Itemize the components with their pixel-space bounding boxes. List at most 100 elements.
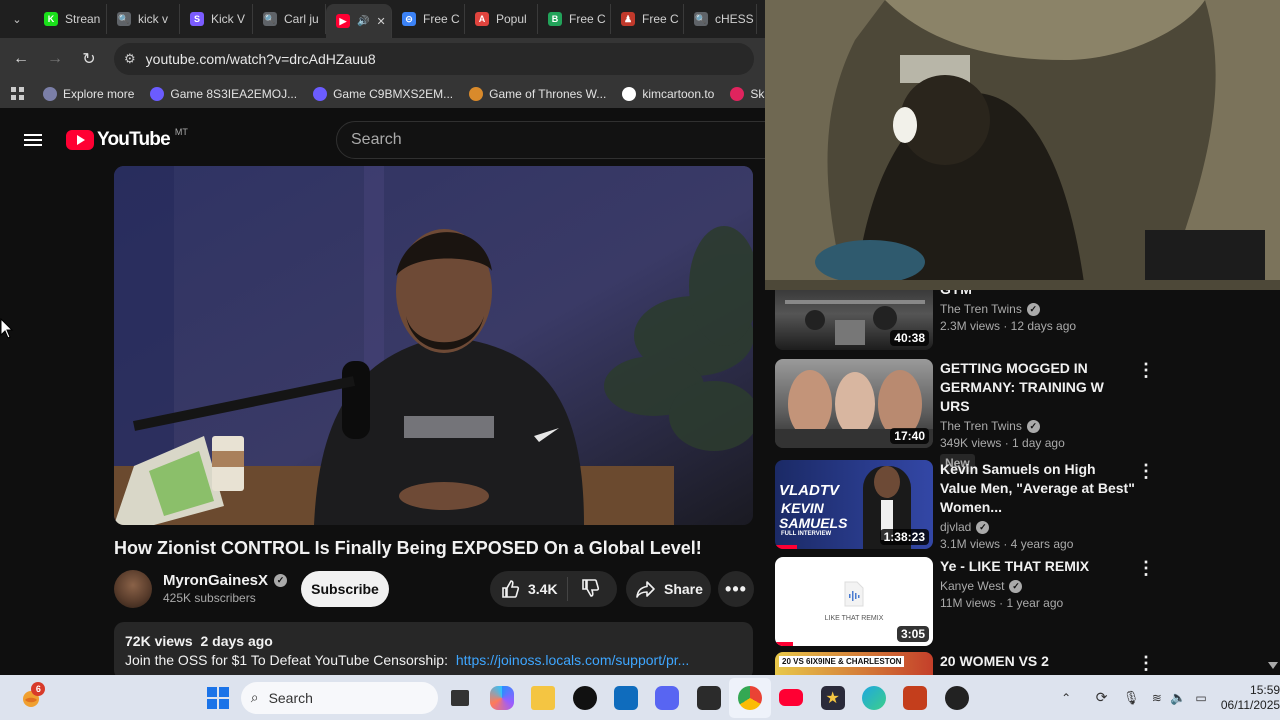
webcam-edge	[765, 280, 1280, 290]
tab-label: Free C	[423, 12, 460, 26]
address-bar[interactable]: ⚙ youtube.com/watch?v=drcAdHZauu8	[114, 43, 754, 75]
sync-icon[interactable]: ⟳	[1087, 678, 1117, 718]
suggestion-item[interactable]: 20 VS 6IX9INE & CHARLESTON 20 WOMEN VS 2…	[775, 652, 1265, 675]
video-duration: 1:38:23	[879, 529, 929, 545]
tab-favicon-icon: 🔍	[263, 12, 277, 26]
tab-close-icon[interactable]: ✕	[376, 15, 385, 28]
tab-audio-icon[interactable]: 🔊	[357, 16, 369, 27]
scroll-down-arrow-icon[interactable]	[1268, 662, 1278, 669]
channel-avatar[interactable]	[114, 570, 152, 608]
bookmark-favicon-icon	[622, 87, 637, 101]
widgets-button[interactable]: 6	[10, 678, 51, 718]
more-vertical-icon[interactable]: ⋮	[1137, 462, 1155, 480]
hamburger-menu-icon[interactable]	[24, 131, 42, 149]
apps-icon[interactable]	[0, 87, 35, 101]
suggestion-item[interactable]: LIKE THAT REMIX 3:05 Ye - LIKE THAT REMI…	[775, 557, 1265, 649]
back-icon[interactable]: ←	[4, 42, 38, 76]
more-vertical-icon[interactable]: ⋮	[1137, 654, 1155, 672]
suggestion-item[interactable]: 17:40 GETTING MOGGED IN GERMANY: TRAININ…	[775, 359, 1265, 472]
microphone-icon[interactable]: 🎙	[1116, 678, 1146, 718]
taskbar-search[interactable]: ⌕ Search	[240, 681, 438, 714]
browser-tab[interactable]: S Kick V	[180, 4, 253, 34]
tab-label: Free C	[642, 12, 679, 26]
youtube-logo[interactable]: YouTube MT	[66, 127, 188, 151]
task-view-icon[interactable]	[440, 678, 481, 718]
bookmark-item[interactable]: Game of Thrones W...	[461, 87, 614, 101]
tray-overflow-icon[interactable]: ⌃	[1045, 678, 1086, 718]
audio-app-icon[interactable]	[688, 678, 729, 718]
suggestion-thumbnail[interactable]: LIKE THAT REMIX 3:05	[775, 557, 933, 646]
suggestion-channel: The Tren Twins	[940, 302, 1022, 316]
suggestion-item[interactable]: 40:38 GYM The Tren Twins✓ 2.3M views · 1…	[775, 280, 1265, 352]
media-player-icon[interactable]	[936, 678, 977, 718]
thumb-text-like-that-remix: LIKE THAT REMIX	[824, 615, 884, 622]
wifi-icon[interactable]: ≋	[1146, 678, 1168, 718]
youtube-app-icon[interactable]	[771, 678, 812, 718]
thumbs-up-icon	[502, 580, 520, 598]
like-button[interactable]: 3.4K	[490, 577, 568, 601]
more-actions-button[interactable]: •••	[718, 571, 754, 607]
channel-name[interactable]: MyronGainesX	[163, 572, 268, 589]
windows-logo-icon	[207, 686, 230, 709]
tab-favicon-icon: S	[190, 12, 204, 26]
browser-tab[interactable]: 🔍 kick v	[107, 4, 180, 34]
start-button[interactable]	[197, 678, 238, 718]
suggestion-thumbnail[interactable]: VLADTV KEVIN SAMUELS FULL INTERVIEW 1:38…	[775, 460, 933, 549]
tab-label: kick v	[138, 12, 168, 26]
thumb-text-samuels: SAMUELS	[779, 515, 848, 531]
dislike-button[interactable]	[568, 578, 600, 601]
discord-icon[interactable]	[647, 678, 688, 718]
more-vertical-icon[interactable]: ⋮	[1137, 361, 1155, 379]
subscriber-count: 425K subscribers	[163, 591, 256, 605]
search-input[interactable]: Search	[336, 121, 776, 159]
browser-tab[interactable]: B Free C	[538, 4, 611, 34]
suggestion-thumbnail[interactable]: 40:38	[775, 290, 933, 350]
browser-tab[interactable]: 🔍 Carl ju	[253, 4, 326, 34]
suggestion-meta: 349K views · 1 day ago	[940, 436, 1065, 450]
battery-icon[interactable]: ▭	[1189, 678, 1213, 718]
tab-search-dropdown-icon[interactable]: ⌄	[0, 0, 34, 38]
browser-tab[interactable]: ♟ Free C	[611, 4, 684, 34]
subscribe-button[interactable]: Subscribe	[301, 571, 389, 607]
video-player[interactable]	[114, 166, 753, 525]
thumbs-down-icon	[582, 578, 600, 597]
suggestion-thumbnail[interactable]: 20 VS 6IX9INE & CHARLESTON	[775, 652, 933, 675]
bookmark-favicon-icon	[469, 87, 484, 101]
browser-tab[interactable]: ▶ 🔊 ✕	[326, 4, 392, 38]
bookmark-item[interactable]: kimcartoon.to	[614, 87, 722, 101]
chrome-icon[interactable]	[729, 677, 771, 718]
site-settings-icon[interactable]: ⚙	[124, 51, 136, 67]
bookmark-item[interactable]: Explore more	[35, 87, 142, 101]
file-explorer-icon[interactable]	[523, 678, 564, 718]
reload-icon[interactable]: ↻	[72, 42, 106, 76]
clock[interactable]: 15:59 06/11/2025	[1221, 683, 1280, 713]
outlook-icon[interactable]	[605, 678, 646, 718]
browser-tab[interactable]: ⊝ Free C	[392, 4, 465, 34]
webcam-frame	[765, 0, 1280, 290]
youtube-wordmark: YouTube	[97, 129, 171, 150]
more-vertical-icon[interactable]: ⋮	[1137, 559, 1155, 577]
bookmark-item[interactable]: Skip adPle	[722, 87, 765, 101]
taskbar-search-placeholder: Search	[268, 689, 313, 706]
powerpoint-icon[interactable]	[895, 678, 936, 718]
bookmark-item[interactable]: Game C9BMXS2EM...	[305, 87, 461, 101]
browser-tab[interactable]: K Strean	[34, 4, 107, 34]
bookmark-item[interactable]: Game 8S3IEA2EMOJ...	[142, 87, 305, 101]
volume-icon[interactable]: 🔈	[1168, 678, 1190, 718]
clock-date: 06/11/2025	[1220, 697, 1280, 712]
suggestion-thumbnail[interactable]: 17:40	[775, 359, 933, 448]
suggestion-item[interactable]: VLADTV KEVIN SAMUELS FULL INTERVIEW 1:38…	[775, 460, 1265, 552]
description-link[interactable]: https://joinoss.locals.com/support/pr...	[456, 652, 689, 668]
video-frame	[114, 166, 753, 525]
browser-tab[interactable]: A Popul	[465, 4, 538, 34]
chatgpt-icon[interactable]	[564, 678, 605, 718]
description-box[interactable]: 72K views 2 days ago Join the OSS for $1…	[114, 622, 753, 680]
search-placeholder: Search	[351, 131, 402, 148]
share-button[interactable]: Share	[626, 571, 711, 607]
star-app-icon[interactable]: ★	[812, 678, 853, 718]
copilot-icon[interactable]	[481, 678, 522, 718]
forward-icon[interactable]: →	[38, 42, 72, 76]
tab-favicon-icon: B	[548, 12, 562, 26]
edge-icon[interactable]	[853, 678, 894, 718]
browser-tab[interactable]: 🔍 cHESS	[684, 4, 757, 34]
